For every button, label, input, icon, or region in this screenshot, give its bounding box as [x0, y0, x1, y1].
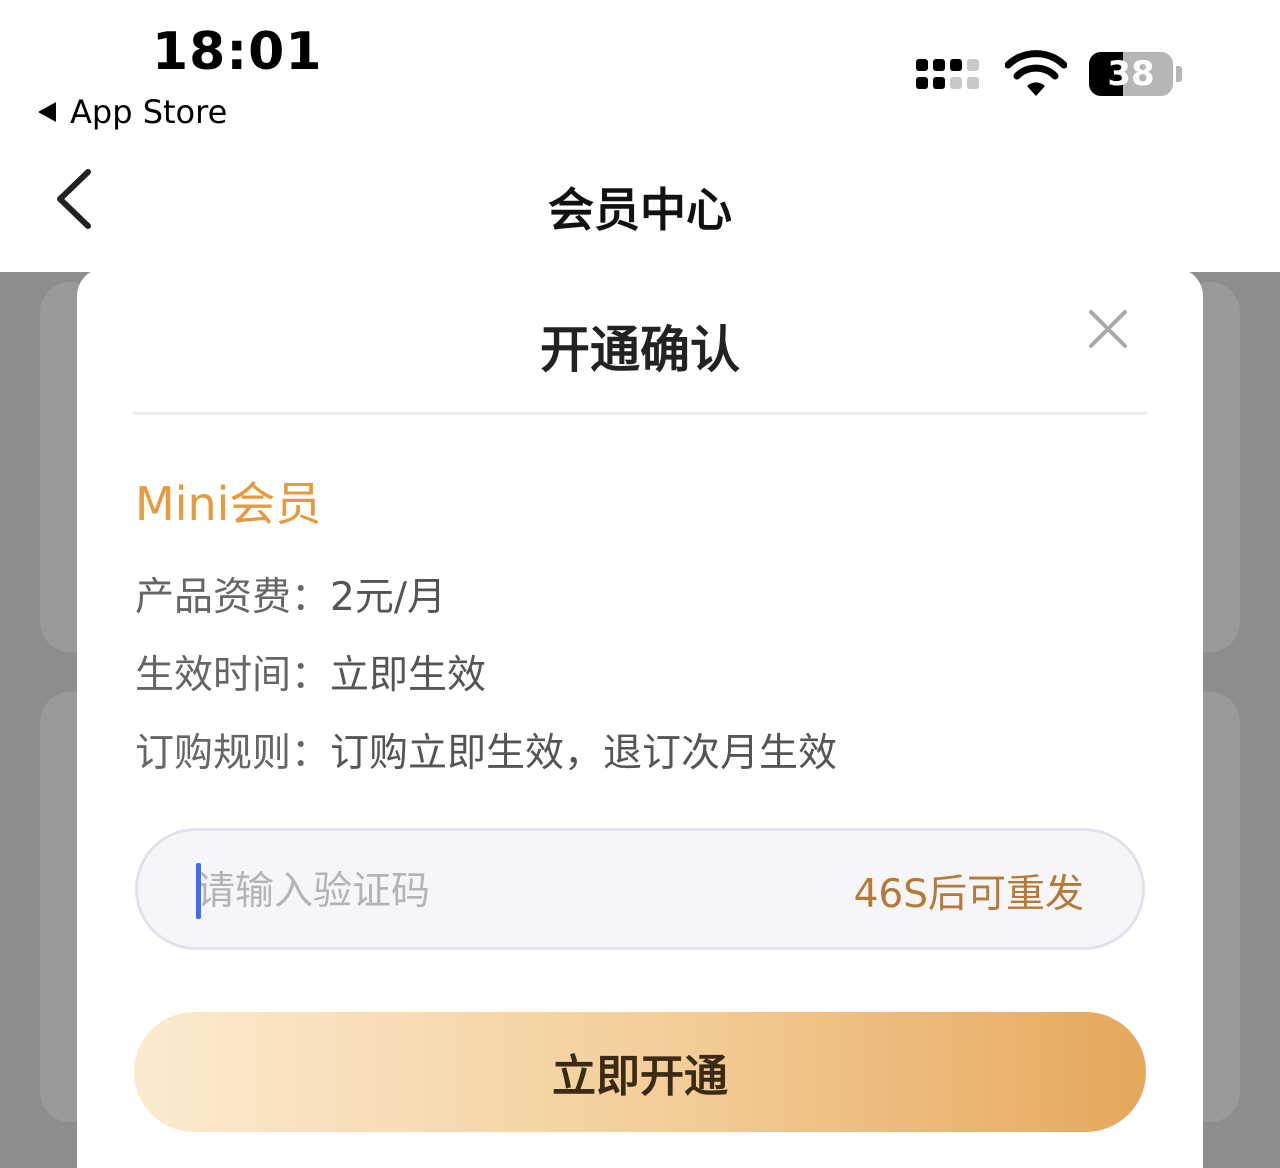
info-label: 订购规则： [135, 731, 331, 776]
cellular-signal-icon [916, 59, 979, 89]
plan-name: Mini会员 [135, 477, 322, 531]
back-triangle-icon [38, 102, 56, 122]
verification-code-box: 46S后可重发 [135, 828, 1145, 950]
back-to-app-store-link[interactable]: App Store [38, 92, 227, 132]
signal-dot [967, 59, 979, 71]
battery-icon: 38 [1089, 52, 1173, 96]
info-value: 订购立即生效，退订次月生效 [330, 731, 838, 776]
activate-now-button[interactable]: 立即开通 [134, 1012, 1146, 1132]
info-value: 2元/月 [330, 575, 446, 620]
info-label: 生效时间： [135, 653, 331, 698]
verification-code-input[interactable] [196, 861, 756, 921]
screen: 18:01 App Store 38 会员中心 开通确认 Mini会员 产品资费… [0, 0, 1280, 1168]
battery-level: 38 [1107, 54, 1155, 94]
info-row-price: 产品资费：2元/月 [135, 566, 446, 622]
signal-dot [916, 77, 928, 89]
wifi-icon [1005, 50, 1067, 96]
info-row-effective-time: 生效时间：立即生效 [135, 644, 486, 700]
signal-dot [950, 59, 962, 71]
signal-dot [933, 59, 945, 71]
battery-cap [1176, 66, 1182, 82]
signal-dot [950, 77, 962, 89]
dialog-divider [133, 412, 1147, 415]
resend-countdown[interactable]: 46S后可重发 [854, 863, 1084, 919]
info-row-rules: 订购规则：订购立即生效，退订次月生效 [135, 722, 837, 778]
confirm-dialog: 开通确认 Mini会员 产品资费：2元/月 生效时间：立即生效 订购规则：订购立… [77, 268, 1203, 1168]
close-icon[interactable] [1087, 308, 1129, 350]
text-cursor [196, 863, 201, 919]
info-label: 产品资费： [135, 575, 331, 620]
dialog-title: 开通确认 [540, 321, 740, 379]
info-value: 立即生效 [330, 653, 487, 698]
status-time: 18:01 [152, 22, 323, 82]
back-app-label: App Store [70, 93, 228, 131]
signal-dot [967, 77, 979, 89]
page-title: 会员中心 [548, 183, 732, 237]
signal-dot [916, 59, 928, 71]
status-icons: 38 [916, 50, 1182, 98]
signal-dot [933, 77, 945, 89]
